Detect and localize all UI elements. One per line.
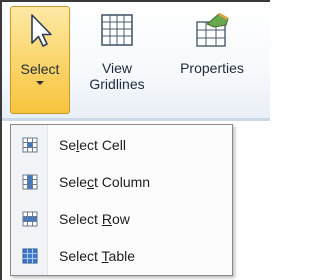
menu-item-select-row[interactable]: Select Row xyxy=(11,201,232,237)
menu-item-label: Select Column xyxy=(59,174,151,190)
menu-item-select-table[interactable]: Select Table xyxy=(11,238,232,274)
ribbon-divider xyxy=(2,118,270,121)
select-button-label: Select xyxy=(20,61,60,77)
view-gridlines-label-line1: View xyxy=(101,60,133,76)
select-dropdown-menu: Select Cell Select Column Select Row Sel… xyxy=(10,124,233,276)
view-gridlines-label-line2: Gridlines xyxy=(89,76,145,92)
menu-item-label: Select Cell xyxy=(59,137,126,153)
cursor-arrow-icon xyxy=(31,14,52,47)
view-gridlines-label: View Gridlines xyxy=(89,60,144,92)
select-column-icon xyxy=(22,174,38,190)
properties-button[interactable]: Properties xyxy=(166,6,258,114)
select-row-icon xyxy=(22,211,38,227)
table-properties-icon xyxy=(196,12,229,47)
menu-item-label: Select Table xyxy=(59,248,136,264)
menu-item-select-cell[interactable]: Select Cell xyxy=(11,127,232,163)
properties-label: Properties xyxy=(180,60,244,76)
view-gridlines-button[interactable]: View Gridlines xyxy=(88,6,146,114)
chevron-down-icon xyxy=(36,81,44,85)
table-grid-icon xyxy=(101,14,133,46)
menu-item-label: Select Row xyxy=(59,211,130,227)
select-table-icon xyxy=(22,248,38,264)
select-button[interactable]: Select xyxy=(10,6,70,114)
menu-item-select-column[interactable]: Select Column xyxy=(11,164,232,200)
select-cell-icon xyxy=(22,137,38,153)
